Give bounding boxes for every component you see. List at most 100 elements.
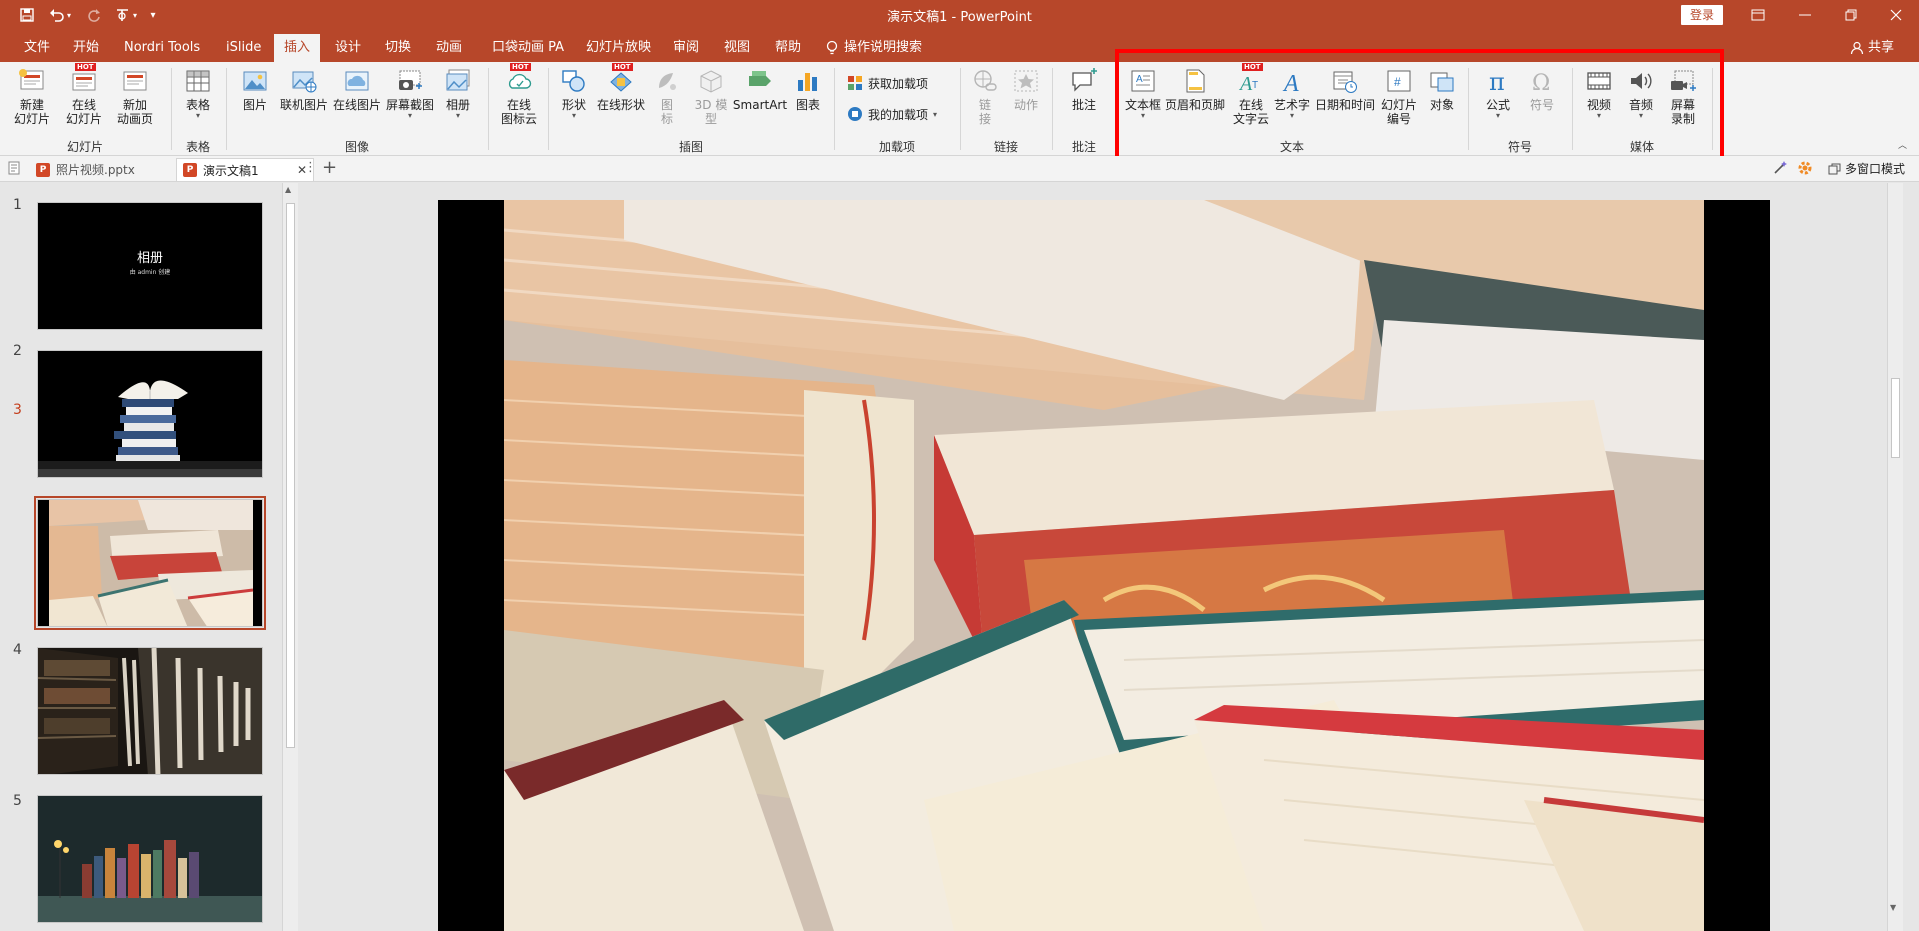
title-bar: ▾ ▾ ▾ 演示文稿1 - PowerPoint 登录 xyxy=(0,0,1919,30)
picture-button[interactable]: 图片 xyxy=(238,66,272,112)
chevron-down-icon: ▾ xyxy=(571,111,576,120)
online-picture-label: 联机图片 xyxy=(279,98,328,112)
scroll-down-arrow[interactable]: ▼ xyxy=(1890,903,1896,912)
icons-label-2: 标 xyxy=(660,112,673,126)
doc-tab-label: 演示文稿1 xyxy=(203,163,259,178)
new-slide-label-1: 新建 xyxy=(19,98,44,112)
star-icon xyxy=(1011,66,1041,96)
icon-cloud-button[interactable]: HOT 在线 图标云 xyxy=(496,63,542,126)
album-button[interactable]: 相册 ▾ xyxy=(440,66,476,120)
minimize-icon[interactable] xyxy=(1782,0,1828,30)
share-label: 共享 xyxy=(1868,40,1895,55)
online-picture-button[interactable]: 联机图片 xyxy=(278,66,330,112)
tab-review[interactable]: 审阅 xyxy=(663,34,709,62)
thumbnail-scrollbar[interactable]: ▲ xyxy=(282,183,298,931)
canvas-scrollbar[interactable]: ▼ xyxy=(1887,183,1903,931)
online-picture-icon xyxy=(289,66,319,96)
smartart-button[interactable]: SmartArt xyxy=(733,66,787,112)
book-city-image xyxy=(38,796,262,922)
icon-cloud-label-1: 在线 xyxy=(506,98,531,112)
tab-home[interactable]: 开始 xyxy=(63,34,109,62)
get-addins-button[interactable]: 获取加载项 xyxy=(847,72,928,94)
online-shapes-button[interactable]: HOT 在线形状 xyxy=(596,63,646,112)
album-icon xyxy=(443,66,473,96)
addin-icon xyxy=(848,107,862,121)
slide-thumbnail-3[interactable] xyxy=(37,499,263,627)
scrollbar-thumb[interactable] xyxy=(286,203,295,748)
group-separator xyxy=(834,68,835,150)
comment-icon xyxy=(1069,66,1099,96)
new-slide-label-2: 幻灯片 xyxy=(13,112,50,126)
tab-insert[interactable]: 插入 xyxy=(274,34,321,62)
shapes-button[interactable]: 形状 ▾ xyxy=(556,66,592,120)
multi-window-mode-button[interactable]: 多窗口模式 xyxy=(1828,160,1905,177)
restore-icon[interactable] xyxy=(1828,0,1874,30)
online-shapes-icon: HOT xyxy=(606,63,636,96)
tab-pocket-animation[interactable]: 口袋动画 PA xyxy=(482,34,574,62)
action-button[interactable]: 动作 xyxy=(1008,66,1044,112)
highlight-box xyxy=(1115,49,1724,161)
group-separator xyxy=(960,68,961,150)
tab-nordri-tools[interactable]: Nordri Tools xyxy=(114,34,210,62)
share-button[interactable]: 共享 xyxy=(1850,34,1894,62)
tab-help[interactable]: 帮助 xyxy=(765,34,811,62)
new-slide-icon xyxy=(17,66,47,96)
online-slide-label-2: 幻灯片 xyxy=(65,112,102,126)
tab-menu-icon[interactable]: ⋮ xyxy=(304,160,317,175)
cube-icon xyxy=(696,66,726,96)
link-button[interactable]: 链 接 xyxy=(970,66,1000,126)
collapse-ribbon-icon[interactable]: ︿ xyxy=(1898,138,1907,151)
close-icon[interactable] xyxy=(1873,0,1919,30)
new-anim-page-button[interactable]: 新加 动画页 xyxy=(112,66,158,126)
slide-number: 3 xyxy=(13,402,22,418)
tab-slideshow[interactable]: 幻灯片放映 xyxy=(576,34,661,62)
slide-thumbnail-4[interactable] xyxy=(37,647,263,775)
3d-model-button[interactable]: 3D 模 型 xyxy=(690,66,732,126)
online-slide-icon: HOT xyxy=(69,63,99,96)
tab-animations[interactable]: 动画 xyxy=(426,34,472,62)
online-slide-button[interactable]: HOT 在线 幻灯片 xyxy=(62,63,106,126)
login-button[interactable]: 登录 xyxy=(1681,5,1723,25)
group-links-label: 链接 xyxy=(993,140,1018,154)
my-addins-label: 我的加载项 xyxy=(868,107,929,122)
tab-list-icon[interactable] xyxy=(8,160,22,179)
doc-tab-label: 照片视频.pptx xyxy=(56,163,135,177)
tab-view[interactable]: 视图 xyxy=(714,34,760,62)
gear-icon[interactable] xyxy=(1797,160,1813,179)
slide-thumbnail-5[interactable] xyxy=(37,795,263,923)
books-photo-illustration xyxy=(504,200,1704,931)
doc-tab[interactable]: P 照片视频.pptx xyxy=(30,158,176,181)
tab-file[interactable]: 文件 xyxy=(14,34,60,62)
online-picture2-button[interactable]: 在线图片 xyxy=(332,66,382,112)
new-slide-button[interactable]: 新建 幻灯片 xyxy=(10,66,54,126)
comment-button[interactable]: 批注 xyxy=(1066,66,1102,112)
group-tables-label: 表格 xyxy=(185,140,210,154)
person-icon xyxy=(1850,41,1864,55)
tell-me-search[interactable]: 操作说明搜索 xyxy=(826,34,922,62)
wand-icon[interactable] xyxy=(1772,160,1788,179)
chart-button[interactable]: 图表 xyxy=(790,66,826,112)
slide-thumbnail-1[interactable]: 相册 由 admin 创建 xyxy=(37,202,263,330)
tab-transitions[interactable]: 切换 xyxy=(375,34,421,62)
books-photo[interactable] xyxy=(504,200,1704,931)
powerpoint-file-icon: P xyxy=(183,163,197,177)
ribbon-display-icon[interactable] xyxy=(1735,0,1781,30)
tab-design[interactable]: 设计 xyxy=(325,34,371,62)
canvas-scrollbar-thumb[interactable] xyxy=(1891,378,1900,458)
screenshot-button[interactable]: 屏幕截图 ▾ xyxy=(384,66,436,120)
current-slide[interactable] xyxy=(438,200,1770,931)
group-slides-label: 幻灯片 xyxy=(66,140,103,154)
slide-thumbnail-2[interactable] xyxy=(37,350,263,478)
action-label: 动作 xyxy=(1013,98,1038,112)
table-button[interactable]: 表格 ▾ xyxy=(180,66,216,120)
globe-link-icon xyxy=(970,66,1000,96)
hot-badge: HOT xyxy=(510,63,531,71)
scroll-up-arrow[interactable]: ▲ xyxy=(285,185,291,194)
hot-badge: HOT xyxy=(75,63,96,71)
my-addins-button[interactable]: 我的加载项 ▾ xyxy=(847,103,937,125)
new-tab-icon[interactable]: + xyxy=(322,157,337,178)
group-comments-label: 批注 xyxy=(1071,140,1096,154)
doc-tab-active[interactable]: P 演示文稿1 ✕ xyxy=(176,158,314,181)
icons-button[interactable]: 图 标 xyxy=(652,66,682,126)
tab-islide[interactable]: iSlide xyxy=(216,34,271,62)
